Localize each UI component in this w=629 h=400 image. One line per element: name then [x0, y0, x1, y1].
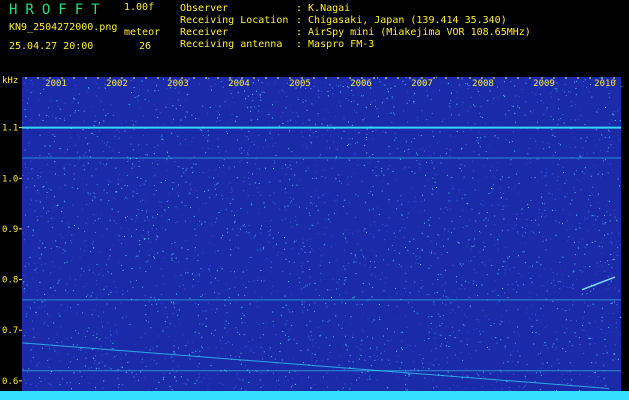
y-tick-label: 0.6	[2, 377, 18, 387]
timestamp-label: 25.04.27 20:00	[9, 41, 94, 52]
filename-label: KN9_2504272000.png	[9, 22, 118, 33]
x-tick-label: 2001	[45, 79, 67, 89]
version-label: 1.00f	[124, 2, 155, 13]
bottom-band	[0, 391, 629, 400]
x-tick-label: 2003	[167, 79, 189, 89]
x-tick-label: 2002	[106, 79, 128, 89]
y-tick-label: 0.9	[2, 225, 18, 235]
x-tick-label: 2007	[411, 79, 433, 89]
receiver-label: Receiver	[180, 27, 229, 38]
y-tick-label: 1.0	[2, 174, 18, 184]
observer-label: Observer	[180, 3, 229, 14]
x-tick-label: 2006	[350, 79, 372, 89]
observer-value: : K.Nagai	[296, 3, 351, 14]
x-tick-label: 2008	[472, 79, 494, 89]
meteor-count: 26	[139, 41, 152, 52]
receiver-value: : AirSpy mini (Miakejima VOR 108.65MHz)	[296, 27, 531, 38]
meteor-label: meteor	[124, 27, 161, 38]
y-tick-label: 1.1	[2, 124, 18, 134]
antenna-value: : Maspro FM-3	[296, 39, 375, 50]
spectrogram-area	[22, 77, 621, 391]
y-unit-label: kHz	[2, 76, 18, 86]
y-tick-label: 0.7	[2, 326, 18, 336]
location-value: : Chigasaki, Japan (139.414 35.340)	[296, 15, 507, 26]
x-tick-label: 2004	[228, 79, 250, 89]
spectrogram-panel: kHz 1.1 1.0 0.9 0.8 0.7 0.6 2001 2002 2003 2004 20…	[0, 73, 629, 400]
header-panel: HROFFT 1.00f KN9_2504272000.png meteor 2…	[0, 0, 629, 73]
antenna-label: Receiving antenna	[180, 39, 283, 50]
x-tick-label: 2005	[289, 79, 311, 89]
x-tick-label: 2009	[533, 79, 555, 89]
y-tick-label: 0.8	[2, 276, 18, 286]
location-label: Receiving Location	[180, 15, 289, 26]
spectrogram-svg: kHz 1.1 1.0 0.9 0.8 0.7 0.6 2001 2002 2003 2004 20…	[0, 73, 629, 400]
x-tick-label: 2010	[594, 79, 616, 89]
app-title: HROFFT	[9, 2, 108, 18]
